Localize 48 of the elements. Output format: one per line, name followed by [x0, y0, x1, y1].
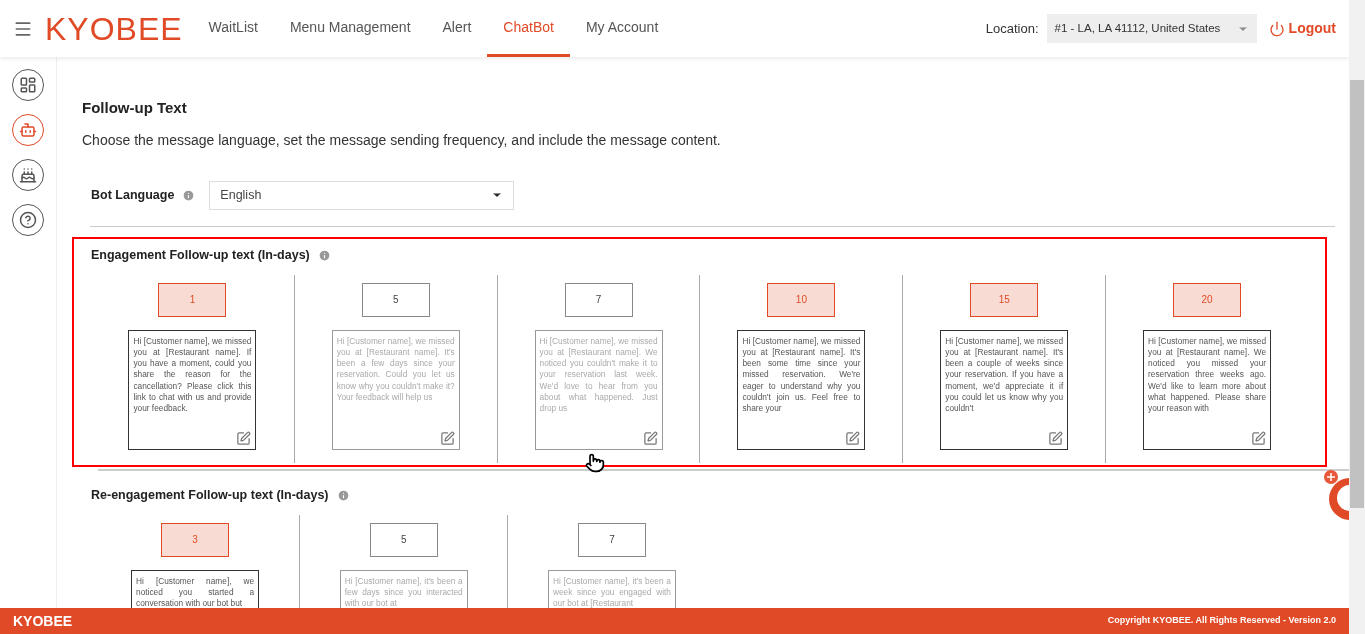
- page-title: Follow-up Text: [82, 98, 188, 118]
- edit-icon[interactable]: [439, 430, 455, 446]
- brand-logo[interactable]: KYOBEE: [45, 12, 183, 45]
- message-text: Hi [Customer name], we missed you at [Restaurant name]. It's been a couple of weeks since your reservation. If you have a moment, we'd appreciate it if you could let us know why you couldn't: [945, 335, 1064, 415]
- info-icon[interactable]: [317, 249, 331, 262]
- message-text: Hi [Customer name], it's been a few days since you interacted with our bot at: [344, 575, 463, 608]
- nav-tab[interactable]: WaitList: [192, 0, 274, 57]
- page-description: Choose the message language, set the message sending frequency, and include the message content.: [82, 130, 722, 150]
- message-text: Hi [Customer name], we missed you at [Restaurant name]. If you have a moment, could you share the reason for the cancellation? Please click this link to chat with us and provide your feedback.: [133, 335, 252, 415]
- copyright-text: Copyright KYOBEE. All Rights Reserved - Version 2.0: [1107, 614, 1336, 628]
- nav-tab[interactable]: Menu Management: [273, 0, 427, 57]
- info-icon[interactable]: [182, 188, 196, 202]
- edit-icon[interactable]: [845, 430, 861, 446]
- nav-tab[interactable]: Alert: [426, 0, 488, 57]
- nav-tab[interactable]: ChatBot: [487, 0, 570, 57]
- section-title: Engagement Follow-up text (In-days): [91, 247, 310, 265]
- message-text: Hi [Customer name], we missed you at [Restaurant name]. It's been a few days since your reservation. Could you let us know why you couldn't make it? Your feedback will help us: [336, 335, 455, 404]
- power-icon: [1268, 20, 1285, 37]
- scrollbar-thumb[interactable]: [1350, 80, 1364, 508]
- day-value[interactable]: 7: [564, 282, 633, 317]
- location-select[interactable]: #1 - LA, LA 41112, United States: [1046, 14, 1257, 43]
- language-select[interactable]: English: [209, 180, 515, 210]
- message-box[interactable]: Hi [Customer name], we noticed you started a conversation with our bot but: [131, 569, 260, 608]
- bot-language-label: Bot Language: [91, 186, 175, 204]
- edit-icon[interactable]: [642, 430, 658, 446]
- message-box[interactable]: Hi [Customer name], we missed you at [Restaurant name]. We noticed you missed your reservation three weeks ago. We'd like to learn more about what happened. Please share your reason with: [1143, 329, 1272, 450]
- message-text: Hi [Customer name], we missed you at [Restaurant name]. We noticed you couldn't make it to your reservation last week. We'd love to hear from you about what happened. Just drop us: [539, 335, 658, 415]
- info-icon[interactable]: [336, 489, 350, 502]
- message-box[interactable]: Hi [Customer name], we missed you at [Restaurant name]. It's been some time since your missed reservation. We're eager to understand why you couldn't join us. Feel free to share your: [737, 329, 866, 450]
- edit-icon[interactable]: [1048, 430, 1064, 446]
- section-title: Re-engagement Follow-up text (In-days): [91, 487, 329, 505]
- location-label: Location:: [985, 19, 1039, 38]
- message-text: Hi [Customer name], we missed you at [Restaurant name]. It's been some time since your missed reservation. We're eager to understand why you couldn't join us. Feel free to share your: [742, 335, 861, 415]
- nav-tab[interactable]: My Account: [569, 0, 675, 57]
- message-box[interactable]: Hi [Customer name], we missed you at [Restaurant name]. It's been a couple of weeks since your reservation. If you have a moment, we'd appreciate it if you could let us know why you couldn't: [940, 329, 1069, 450]
- day-value[interactable]: 5: [369, 522, 438, 557]
- message-text: Hi [Customer name], it's been a week since you engaged with our bot at [Restaurant: [552, 575, 671, 608]
- message-text: Hi [Customer name], we noticed you started a conversation with our bot but: [136, 575, 255, 608]
- day-value[interactable]: 7: [577, 522, 646, 557]
- hand-cursor-icon: [585, 453, 605, 473]
- day-value[interactable]: 5: [361, 282, 430, 317]
- message-box[interactable]: Hi [Customer name], we missed you at [Restaurant name]. If you have a moment, could you share the reason for the cancellation? Please click this link to chat with us and provide your feedback.: [128, 329, 257, 450]
- message-text: Hi [Customer name], we missed you at [Restaurant name]. We noticed you missed your reservation three weeks ago. We'd like to learn more about what happened. Please share your reason with: [1148, 335, 1267, 415]
- scrollbar[interactable]: [1349, 0, 1365, 634]
- footer-brand: KYOBEE: [13, 611, 73, 631]
- logout-button[interactable]: Logout: [1268, 18, 1336, 39]
- edit-icon[interactable]: [236, 430, 252, 446]
- edit-icon[interactable]: [1251, 430, 1267, 446]
